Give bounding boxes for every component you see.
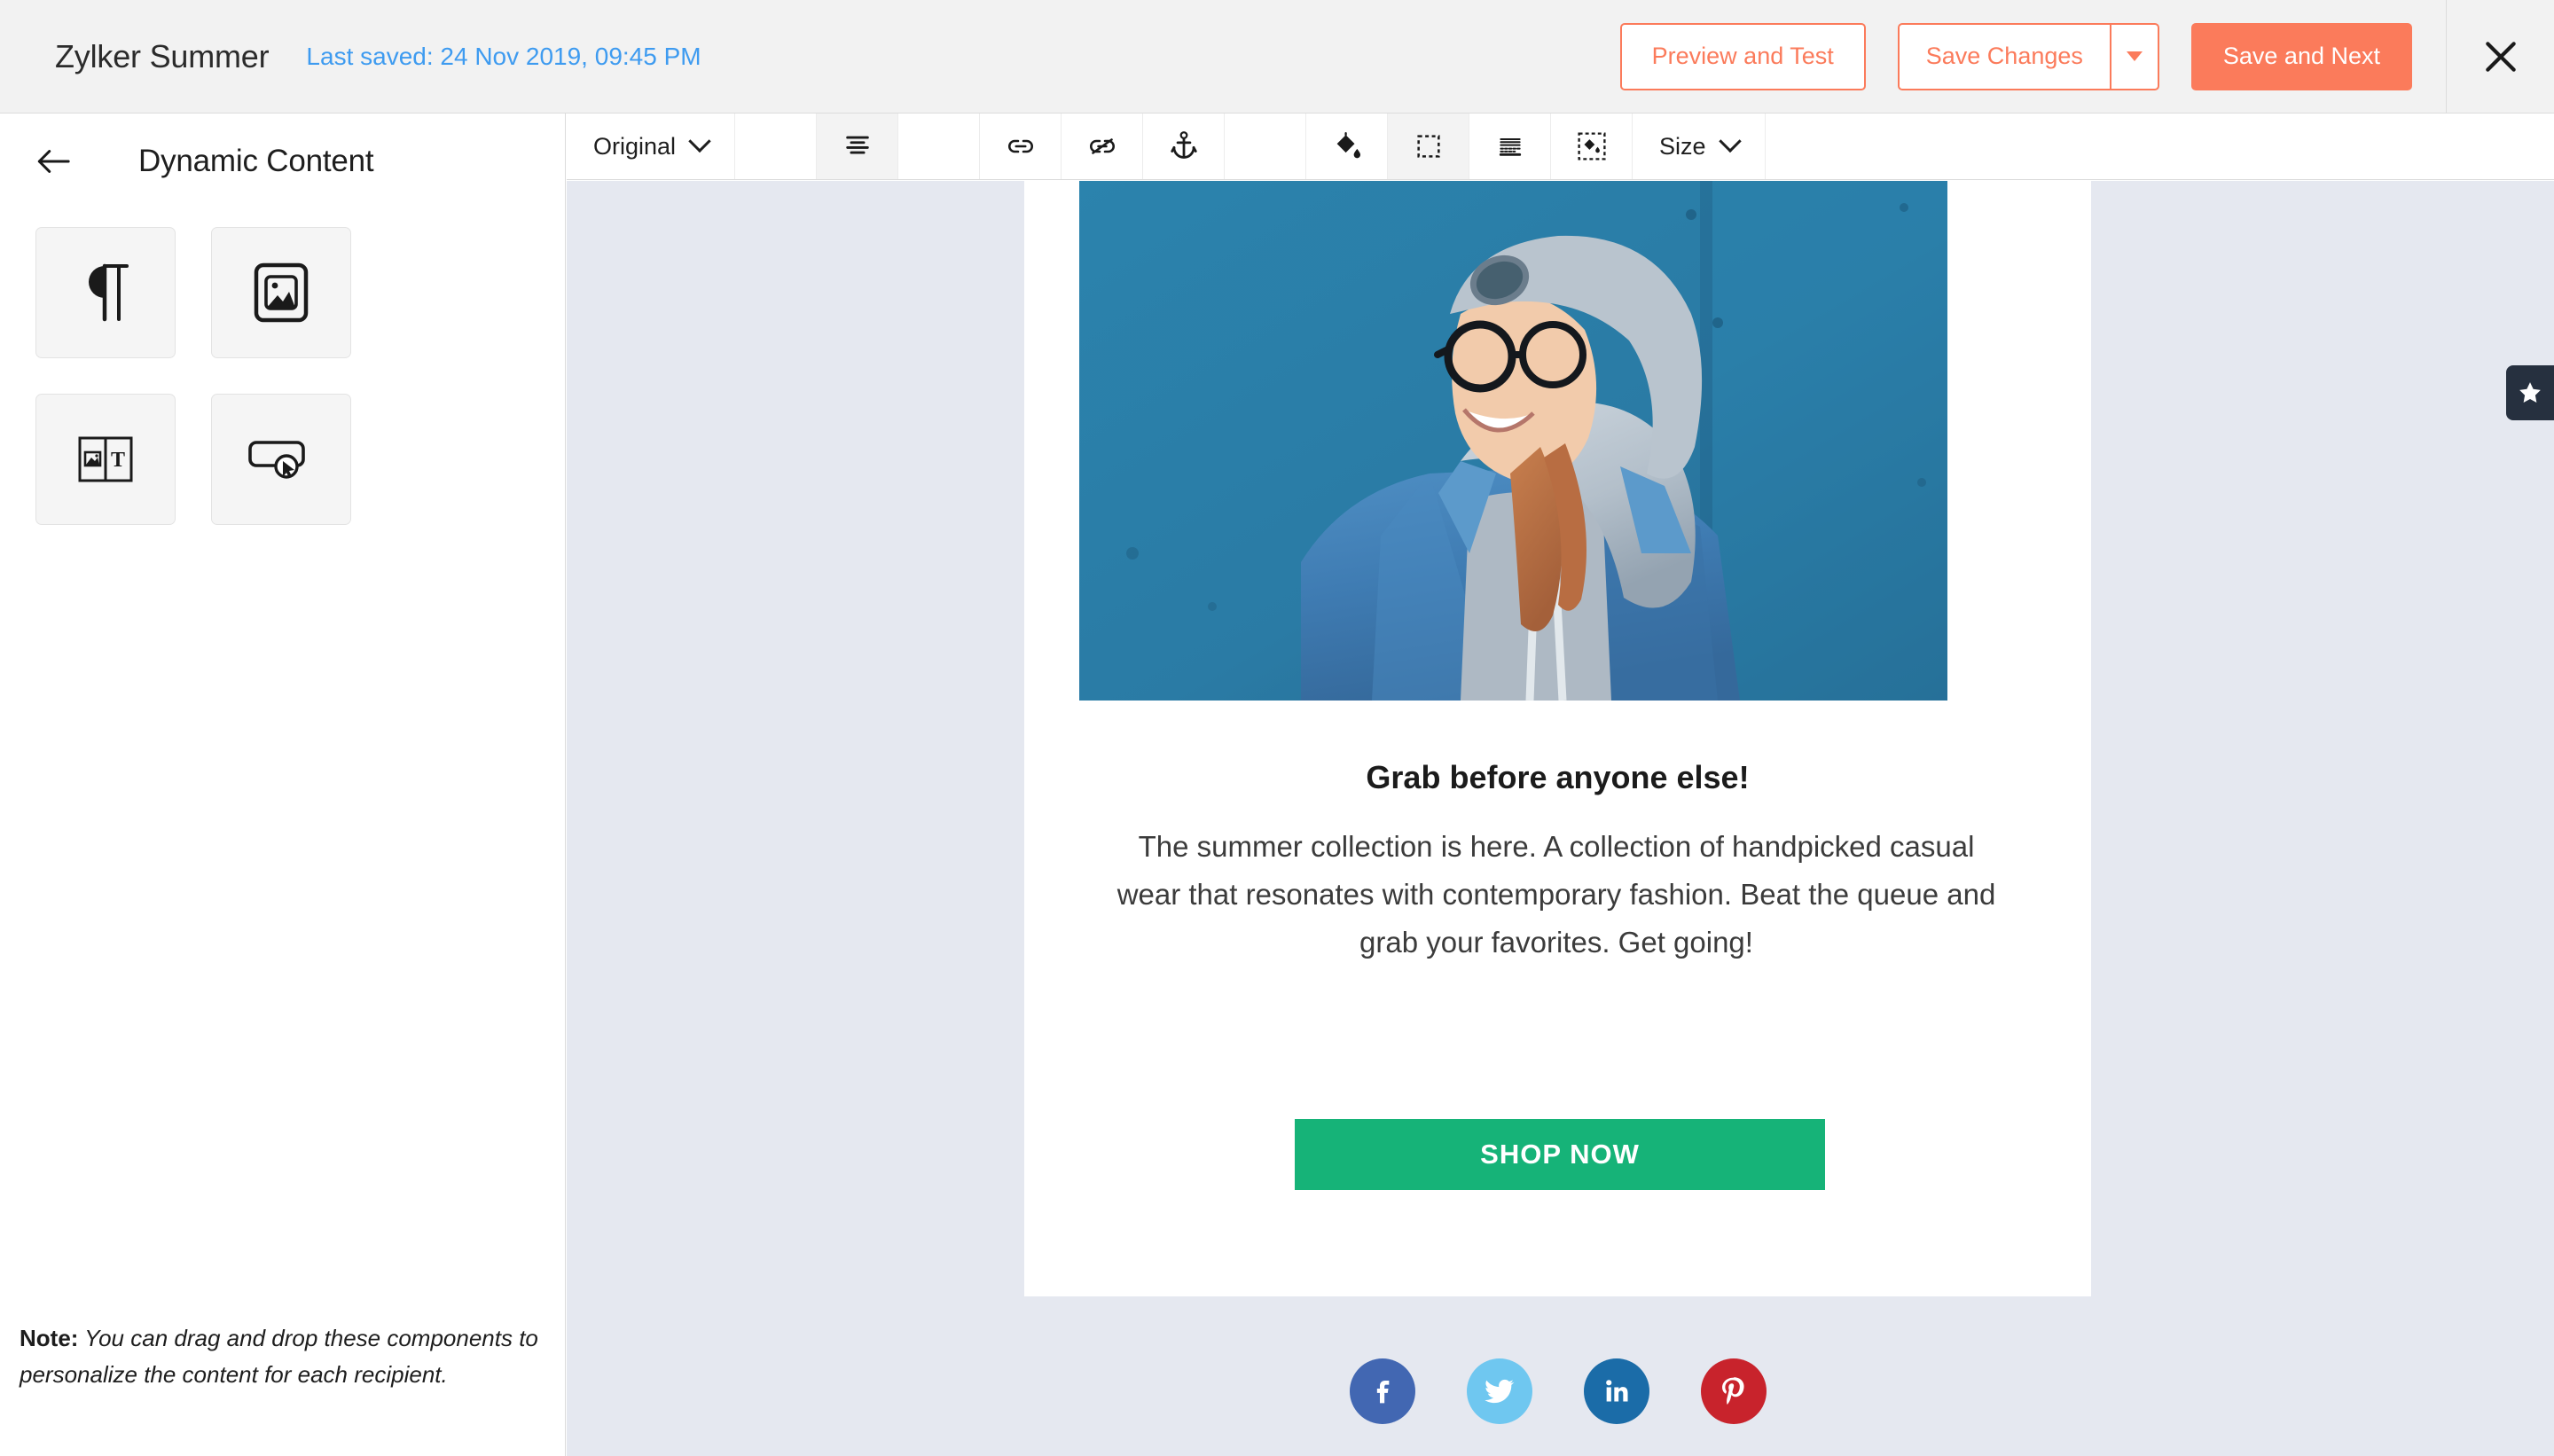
close-icon (2485, 41, 2516, 72)
sidebar-note: Note: You can drag and drop these compon… (20, 1320, 552, 1392)
align-center-button[interactable] (817, 114, 899, 179)
facebook-icon (1376, 1381, 1389, 1404)
back-button[interactable] (30, 138, 76, 184)
image-icon (254, 262, 309, 323)
save-and-next-button[interactable]: Save and Next (2190, 22, 2412, 90)
paragraph-icon (89, 263, 129, 322)
arrow-left-icon (37, 150, 70, 173)
remove-link-button[interactable] (1062, 114, 1144, 179)
campaign-title: Zylker Summer (55, 37, 270, 74)
hero-image-graphic (1079, 181, 1947, 701)
save-changes-dropdown-button[interactable] (2109, 22, 2159, 90)
note-text: You can drag and drop these components t… (20, 1325, 538, 1388)
padding-button[interactable] (1469, 114, 1552, 179)
shop-now-button[interactable]: SHOP NOW (1295, 1119, 1825, 1190)
chevron-down-icon (1718, 129, 1742, 153)
twitter-icon (1484, 1379, 1515, 1404)
fill-color-button[interactable] (1306, 114, 1389, 179)
sidebar-title: Dynamic Content (138, 144, 374, 178)
top-bar-actions: Preview and Test Save Changes Save and N… (1619, 0, 2554, 114)
toolbar-spacer-2 (898, 114, 981, 179)
unlink-icon (1089, 138, 1115, 154)
text-component-tile[interactable] (35, 227, 176, 358)
link-icon (1007, 139, 1033, 153)
note-label: Note: (20, 1325, 79, 1352)
facebook-link[interactable] (1349, 1358, 1415, 1424)
style-dropdown[interactable]: Original (567, 114, 736, 179)
top-bar: Zylker Summer Last saved: 24 Nov 2019, 0… (0, 0, 2554, 114)
dynamic-content-sidebar: Dynamic Content T Note: You can drag and… (0, 114, 566, 1456)
editor-toolbar: Original Size (567, 114, 2554, 180)
toolbar-spacer-3 (1225, 114, 1307, 179)
style-dropdown-label: Original (593, 132, 677, 160)
insert-link-button[interactable] (980, 114, 1062, 179)
save-changes-button[interactable]: Save Changes (1897, 22, 2110, 90)
last-saved-status: Last saved: 24 Nov 2019, 09:45 PM (306, 42, 701, 70)
image-text-icon: T (78, 436, 133, 482)
image-component-tile[interactable] (211, 227, 351, 358)
email-canvas: Grab before anyone else! The summer coll… (567, 181, 2554, 1456)
svg-text:T: T (111, 449, 125, 472)
twitter-link[interactable] (1466, 1358, 1532, 1424)
align-center-icon (845, 136, 869, 154)
favorites-badge[interactable] (2506, 365, 2554, 420)
toolbar-empty-area (1766, 114, 2554, 179)
toolbar-spacer-1 (735, 114, 818, 179)
border-button[interactable] (1388, 114, 1470, 179)
anchor-button[interactable] (1143, 114, 1226, 179)
sidebar-header: Dynamic Content (0, 114, 565, 209)
component-tiles: T (0, 209, 497, 560)
email-body-text[interactable]: The summer collection is here. A collect… (1109, 823, 2004, 966)
anchor-icon (1170, 131, 1197, 159)
image-and-text-component-tile[interactable]: T (35, 394, 176, 525)
dashed-box-icon (1416, 135, 1440, 158)
background-color-button[interactable] (1551, 114, 1633, 179)
hero-image[interactable] (1079, 181, 1947, 701)
paint-bucket-box-icon (1577, 132, 1606, 160)
button-click-icon (248, 441, 305, 479)
size-dropdown[interactable]: Size (1633, 114, 1766, 179)
close-button[interactable] (2446, 0, 2554, 114)
pinterest-icon (1721, 1377, 1744, 1405)
social-links-row (1024, 1358, 2091, 1424)
line-rows-icon (1499, 138, 1521, 156)
email-body-card: Grab before anyone else! The summer coll… (1024, 181, 2091, 1296)
size-dropdown-label: Size (1659, 132, 1706, 160)
preview-and-test-button[interactable]: Preview and Test (1619, 22, 1866, 90)
star-icon (2519, 382, 2541, 403)
linkedin-icon (1605, 1380, 1627, 1402)
email-heading[interactable]: Grab before anyone else! (1024, 759, 2091, 796)
linkedin-link[interactable] (1583, 1358, 1649, 1424)
chevron-down-icon (688, 129, 711, 153)
paint-bucket-icon (1336, 131, 1360, 159)
pinterest-link[interactable] (1700, 1358, 1767, 1424)
button-component-tile[interactable] (211, 394, 351, 525)
caret-down-icon (2126, 51, 2143, 61)
save-changes-split-button: Save Changes (1897, 22, 2159, 90)
